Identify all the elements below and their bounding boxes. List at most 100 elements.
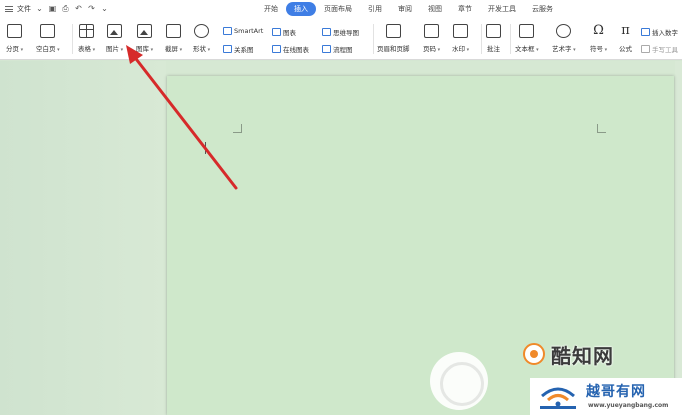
file-menu[interactable]: 文件 xyxy=(17,4,31,14)
gallery-button[interactable]: 图库 xyxy=(136,18,153,53)
header-footer-icon xyxy=(385,24,401,38)
watermark-circle-logo xyxy=(430,352,488,410)
flowchart-label: 流程图 xyxy=(333,46,353,54)
screenshot-icon xyxy=(166,24,182,38)
print-icon[interactable]: ⎙ xyxy=(61,5,70,14)
chart-button[interactable]: 图表 xyxy=(272,27,296,37)
blank-page-label: 空白页 xyxy=(36,43,60,53)
symbol-button[interactable]: Ω 符号 xyxy=(590,18,607,53)
redo-icon[interactable]: ↷ xyxy=(87,5,96,14)
comment-button[interactable]: 批注 xyxy=(486,18,501,53)
smartart-label: SmartArt xyxy=(234,27,264,35)
pi-icon: π xyxy=(618,24,633,38)
table-label: 表格 xyxy=(78,43,95,53)
tab-references[interactable]: 引用 xyxy=(360,2,390,16)
kuzhi-watermark-text: 酷知网 xyxy=(551,343,614,368)
online-chart-button[interactable]: 在线图表 xyxy=(272,44,309,54)
insert-number-label: 插入数字 xyxy=(652,29,678,37)
relation-chart-label: 关系图 xyxy=(234,46,254,54)
text-cursor xyxy=(205,142,206,154)
workspace-left-margin xyxy=(0,61,166,415)
page-number-label: 页码 xyxy=(423,43,440,53)
tab-developer[interactable]: 开发工具 xyxy=(480,2,524,16)
tab-cloud[interactable]: 云服务 xyxy=(524,2,561,16)
textbox-icon xyxy=(519,24,535,38)
undo-icon[interactable]: ↶ xyxy=(74,5,83,14)
gallery-label: 图库 xyxy=(136,43,153,53)
insert-number-icon xyxy=(641,28,650,36)
smartart-button[interactable]: SmartArt xyxy=(223,27,263,35)
screenshot-label: 截屏 xyxy=(165,43,182,53)
screenshot-button[interactable]: 截屏 xyxy=(165,18,182,53)
insert-number-button[interactable]: 插入数字 xyxy=(641,27,678,37)
symbol-label: 符号 xyxy=(590,43,607,53)
mind-map-icon xyxy=(322,28,331,36)
blank-page-button[interactable]: 空白页 xyxy=(36,18,60,53)
kuzhi-logo-icon xyxy=(523,343,545,365)
tab-home[interactable]: 开始 xyxy=(256,2,286,16)
yue-watermark-url: www.yueyangbang.com xyxy=(588,402,669,409)
comment-icon xyxy=(486,24,501,38)
wordart-label: 艺术字 xyxy=(552,43,576,53)
table-icon xyxy=(79,24,95,38)
page-number-icon xyxy=(424,24,440,38)
relation-chart-icon xyxy=(223,45,232,53)
page-break-icon xyxy=(7,24,23,38)
mind-map-button[interactable]: 思维导图 xyxy=(322,27,359,37)
wordart-icon xyxy=(556,24,572,38)
online-chart-label: 在线图表 xyxy=(283,46,309,54)
tab-section[interactable]: 章节 xyxy=(450,2,480,16)
textbox-button[interactable]: 文本框 xyxy=(515,18,539,53)
divider xyxy=(72,24,73,54)
watermark-icon xyxy=(453,24,469,38)
handwriting-label: 手写工具 xyxy=(652,46,678,54)
margin-corner-marker xyxy=(233,124,242,133)
divider xyxy=(373,24,374,54)
page-number-button[interactable]: 页码 xyxy=(423,18,440,53)
quick-access-toolbar: 文件 ⌄ ▣ ⎙ ↶ ↷ ⌄ xyxy=(0,4,160,14)
chevron-down-icon[interactable]: ⌄ xyxy=(35,5,44,14)
flowchart-icon xyxy=(322,45,331,53)
workspace-top-margin xyxy=(166,61,675,76)
mind-map-label: 思维导图 xyxy=(333,29,359,37)
formula-button[interactable]: π 公式 xyxy=(618,18,633,53)
chart-label: 图表 xyxy=(283,29,296,37)
picture-button[interactable]: 图片 xyxy=(106,18,123,53)
tab-view[interactable]: 视图 xyxy=(420,2,450,16)
header-footer-label: 页眉和页脚 xyxy=(377,45,410,53)
wifi-logo-icon xyxy=(540,387,576,409)
smartart-icon xyxy=(223,27,232,35)
online-chart-icon xyxy=(272,45,281,53)
picture-label: 图片 xyxy=(106,43,123,53)
save-icon[interactable]: ▣ xyxy=(48,5,57,14)
header-footer-button[interactable]: 页眉和页脚 xyxy=(377,18,410,53)
yue-watermark: 越哥有网 www.yueyangbang.com xyxy=(530,378,682,415)
flowchart-button[interactable]: 流程图 xyxy=(322,44,353,54)
page-break-label: 分页 xyxy=(6,43,23,53)
comment-label: 批注 xyxy=(487,45,500,53)
menu-icon[interactable] xyxy=(5,6,13,12)
tab-review[interactable]: 审阅 xyxy=(390,2,420,16)
insert-ribbon: 分页 空白页 表格 图片 图库 截屏 形状 SmartArt 关系图 图表 在线… xyxy=(0,18,682,60)
chart-icon xyxy=(272,28,281,36)
customize-icon[interactable]: ⌄ xyxy=(100,5,109,14)
ribbon-tabs: 开始 插入 页面布局 引用 审阅 视图 章节 开发工具 云服务 xyxy=(256,2,561,16)
divider xyxy=(510,24,511,54)
margin-corner-marker xyxy=(597,124,606,133)
gallery-icon xyxy=(137,24,153,38)
formula-label: 公式 xyxy=(619,45,632,53)
tab-page-layout[interactable]: 页面布局 xyxy=(316,2,360,16)
shapes-button[interactable]: 形状 xyxy=(193,18,210,53)
relation-chart-button[interactable]: 关系图 xyxy=(223,44,254,54)
watermark-label: 水印 xyxy=(452,43,469,53)
blank-page-icon xyxy=(40,24,56,38)
table-button[interactable]: 表格 xyxy=(78,18,95,53)
tab-insert[interactable]: 插入 xyxy=(286,2,316,16)
wordart-button[interactable]: 艺术字 xyxy=(552,18,576,53)
watermark-button[interactable]: 水印 xyxy=(452,18,469,53)
page-break-button[interactable]: 分页 xyxy=(6,18,23,53)
divider xyxy=(481,24,482,54)
handwriting-button[interactable]: 手写工具 xyxy=(641,44,678,54)
kuzhi-watermark: 酷知网 xyxy=(513,330,663,378)
shapes-icon xyxy=(194,24,210,38)
